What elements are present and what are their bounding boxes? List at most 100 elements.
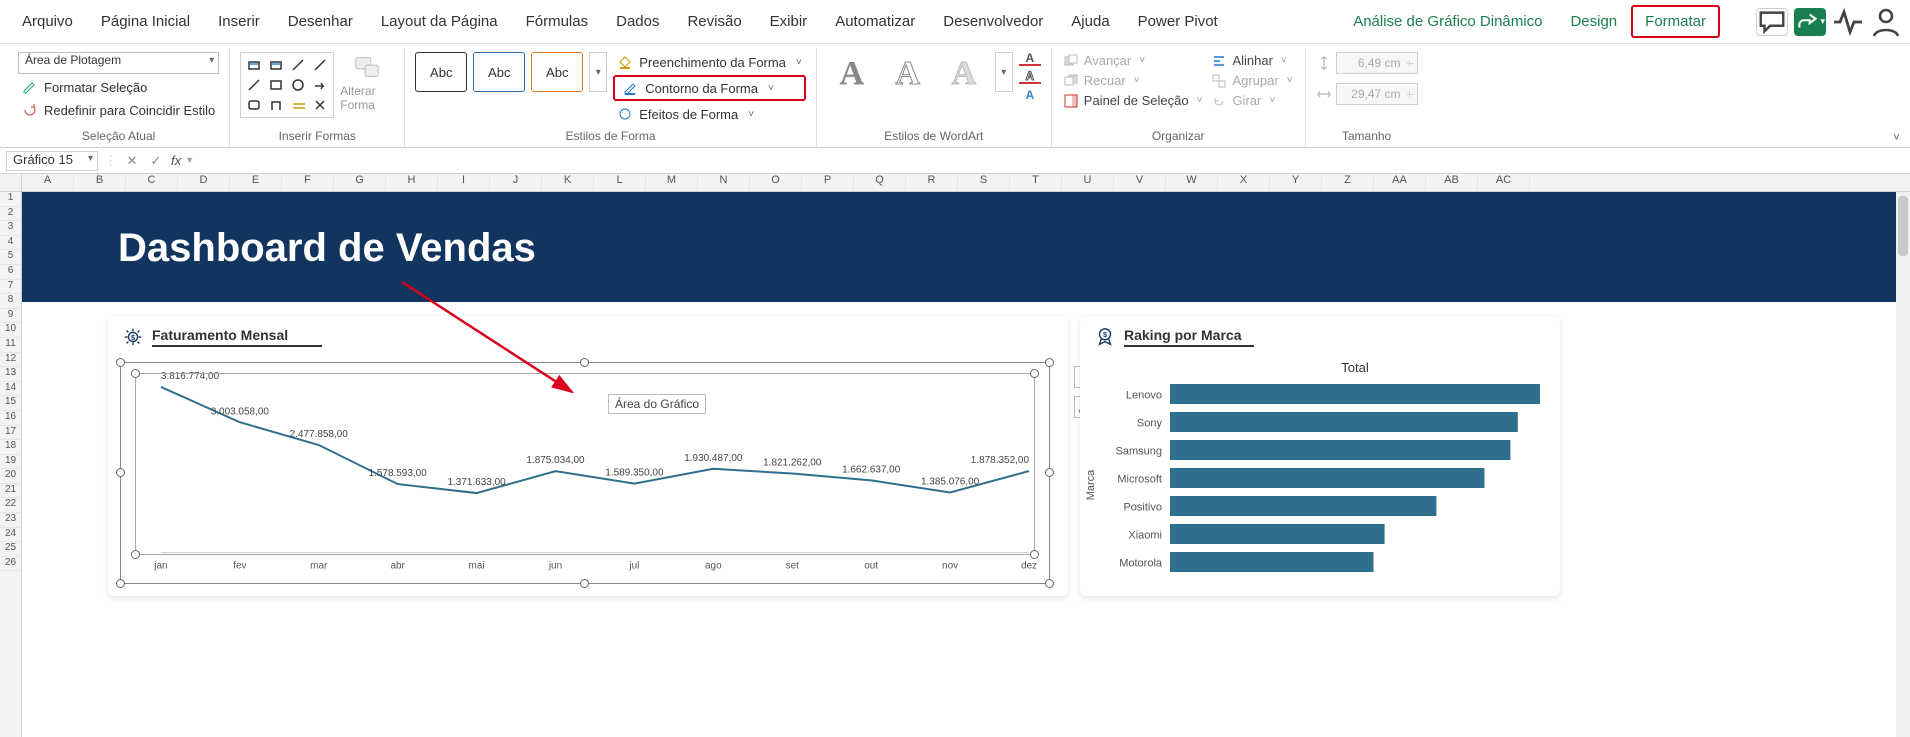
group-shape-styles: Abc Abc Abc ▾ Preenchimento da Forma Con… bbox=[405, 48, 817, 147]
shape-height-input[interactable]: 6,49 cm bbox=[1336, 52, 1418, 74]
column-headers[interactable]: ABCDEFGHIJKLMNOPQRSTUVWXYZAAABAC bbox=[22, 174, 1910, 192]
reset-style-button[interactable]: Redefinir para Coincidir Estilo bbox=[18, 100, 219, 120]
text-outline-dropdown[interactable]: A bbox=[1019, 70, 1041, 84]
svg-text:dez: dez bbox=[1021, 561, 1037, 572]
vertical-scrollbar[interactable] bbox=[1896, 192, 1910, 737]
group-label-arrange: Organizar bbox=[1062, 126, 1295, 147]
brand-chart-card: $ Raking por Marca TotalLenovoSonySamsun… bbox=[1080, 316, 1560, 596]
tab-power-pivot[interactable]: Power Pivot bbox=[1124, 3, 1232, 40]
tab-view[interactable]: Exibir bbox=[756, 3, 822, 40]
text-effects-dropdown[interactable]: A bbox=[1019, 88, 1041, 102]
tab-developer[interactable]: Desenvolvedor bbox=[929, 3, 1057, 40]
comments-button[interactable] bbox=[1756, 8, 1788, 36]
group-insert-shapes: Alterar Forma Inserir Formas bbox=[230, 48, 405, 147]
group-button[interactable]: Agrupar bbox=[1210, 72, 1294, 89]
rotate-button[interactable]: Girar bbox=[1210, 92, 1294, 109]
svg-text:out: out bbox=[864, 561, 878, 572]
shape-fill-dropdown[interactable]: Preenchimento da Forma bbox=[613, 52, 806, 72]
shape-style-more[interactable]: ▾ bbox=[589, 52, 607, 92]
change-shape-icon bbox=[352, 52, 382, 82]
group-label-current-selection: Seleção Atual bbox=[18, 126, 219, 147]
tab-automate[interactable]: Automatizar bbox=[821, 3, 929, 40]
shape-style-preset-1[interactable]: Abc bbox=[415, 52, 467, 92]
svg-text:Sony: Sony bbox=[1137, 417, 1163, 429]
brand-chart-title: Raking por Marca bbox=[1124, 327, 1241, 343]
revenue-chart-title: Faturamento Mensal bbox=[152, 327, 288, 343]
align-icon bbox=[1212, 54, 1226, 68]
svg-text:mar: mar bbox=[310, 561, 328, 572]
svg-text:Total: Total bbox=[1341, 360, 1369, 375]
share-icon bbox=[1795, 10, 1818, 33]
svg-text:Positivo: Positivo bbox=[1123, 501, 1162, 513]
shape-style-preset-3[interactable]: Abc bbox=[531, 52, 583, 92]
tab-format[interactable]: Formatar bbox=[1631, 5, 1720, 38]
tab-page-layout[interactable]: Layout da Página bbox=[367, 3, 512, 40]
text-fill-dropdown[interactable]: A bbox=[1019, 52, 1041, 66]
shape-outline-dropdown[interactable]: Contorno da Forma bbox=[613, 75, 806, 101]
group-label-insert-shapes: Inserir Formas bbox=[240, 126, 394, 147]
ribbon: Área de Plotagem Formatar Seleção Redefi… bbox=[0, 44, 1910, 148]
group-label-shape-styles: Estilos de Forma bbox=[415, 126, 806, 147]
wordart-more[interactable]: ▾ bbox=[995, 52, 1013, 92]
tab-pivotchart-analyze[interactable]: Análise de Gráfico Dinâmico bbox=[1339, 3, 1556, 40]
svg-text:nov: nov bbox=[942, 561, 958, 572]
bring-forward-button[interactable]: Avançar bbox=[1062, 52, 1205, 69]
svg-text:abr: abr bbox=[390, 561, 405, 572]
selection-pane-button[interactable]: Painel de Seleção bbox=[1062, 92, 1205, 109]
shape-effects-label: Efeitos de Forma bbox=[639, 107, 738, 122]
formula-input[interactable] bbox=[198, 151, 1904, 171]
wordart-preset-3[interactable]: A bbox=[939, 52, 989, 96]
group-label-wordart: Estilos de WordArt bbox=[827, 126, 1041, 147]
account-button[interactable] bbox=[1870, 8, 1902, 36]
svg-text:$: $ bbox=[131, 333, 135, 342]
svg-text:Marca: Marca bbox=[1085, 469, 1097, 500]
tab-file[interactable]: Arquivo bbox=[8, 3, 87, 40]
grid-canvas[interactable]: Dashboard de Vendas $ Faturamento Mensal bbox=[22, 192, 1910, 737]
tab-formulas[interactable]: Fórmulas bbox=[512, 3, 603, 40]
enter-formula-button[interactable]: ✓ bbox=[147, 153, 165, 169]
svg-text:fev: fev bbox=[233, 561, 246, 572]
reset-icon bbox=[22, 102, 38, 118]
tab-draw[interactable]: Desenhar bbox=[274, 3, 367, 40]
forward-icon bbox=[1064, 54, 1078, 68]
share-button[interactable]: ▾ bbox=[1794, 8, 1826, 36]
tab-insert[interactable]: Inserir bbox=[204, 3, 274, 40]
tab-design[interactable]: Design bbox=[1556, 3, 1631, 40]
group-size: 6,49 cm 29,47 cm Tamanho bbox=[1306, 48, 1428, 147]
activity-button[interactable] bbox=[1832, 8, 1864, 36]
tab-bar: Arquivo Página Inicial Inserir Desenhar … bbox=[0, 0, 1910, 44]
format-selection-button[interactable]: Formatar Seleção bbox=[18, 77, 219, 97]
shape-outline-label: Contorno da Forma bbox=[645, 81, 758, 96]
cancel-formula-button[interactable]: ✕ bbox=[123, 153, 141, 169]
shape-width-input[interactable]: 29,47 cm bbox=[1336, 83, 1418, 105]
medal-icon: $ bbox=[1094, 326, 1116, 348]
format-selection-label: Formatar Seleção bbox=[44, 80, 147, 95]
svg-text:Microsoft: Microsoft bbox=[1117, 473, 1162, 485]
wordart-preset-1[interactable]: A bbox=[827, 52, 877, 96]
tab-home[interactable]: Página Inicial bbox=[87, 3, 204, 40]
ribbon-collapse-button[interactable]: ˅ bbox=[1893, 130, 1900, 144]
shape-effects-dropdown[interactable]: Efeitos de Forma bbox=[613, 104, 806, 124]
chart-element-dropdown[interactable]: Área de Plotagem bbox=[18, 52, 219, 74]
shape-style-preset-2[interactable]: Abc bbox=[473, 52, 525, 92]
shape-gallery[interactable] bbox=[240, 52, 334, 118]
svg-text:ago: ago bbox=[705, 561, 722, 572]
group-wordart-styles: A A A ▾ A A A Estilos de WordArt bbox=[817, 48, 1052, 147]
shape-fill-label: Preenchimento da Forma bbox=[639, 55, 786, 70]
tab-review[interactable]: Revisão bbox=[673, 3, 755, 40]
wordart-preset-2[interactable]: A bbox=[883, 52, 933, 96]
tab-data[interactable]: Dados bbox=[602, 3, 673, 40]
height-icon bbox=[1316, 55, 1332, 71]
tab-help[interactable]: Ajuda bbox=[1057, 3, 1123, 40]
align-button[interactable]: Alinhar bbox=[1210, 52, 1294, 69]
svg-text:Samsung: Samsung bbox=[1116, 445, 1162, 457]
name-box[interactable]: Gráfico 15 bbox=[6, 151, 98, 171]
send-backward-button[interactable]: Recuar bbox=[1062, 72, 1205, 89]
row-headers[interactable]: 1234567891011121314151617181920212223242… bbox=[0, 174, 22, 737]
group-arrange: Avançar Recuar Painel de Seleção Alinhar… bbox=[1052, 48, 1306, 147]
svg-text:$: $ bbox=[1103, 330, 1107, 339]
rotate-icon bbox=[1212, 94, 1226, 108]
format-icon bbox=[22, 79, 38, 95]
reset-style-label: Redefinir para Coincidir Estilo bbox=[44, 103, 215, 118]
group-icon bbox=[1212, 74, 1226, 88]
